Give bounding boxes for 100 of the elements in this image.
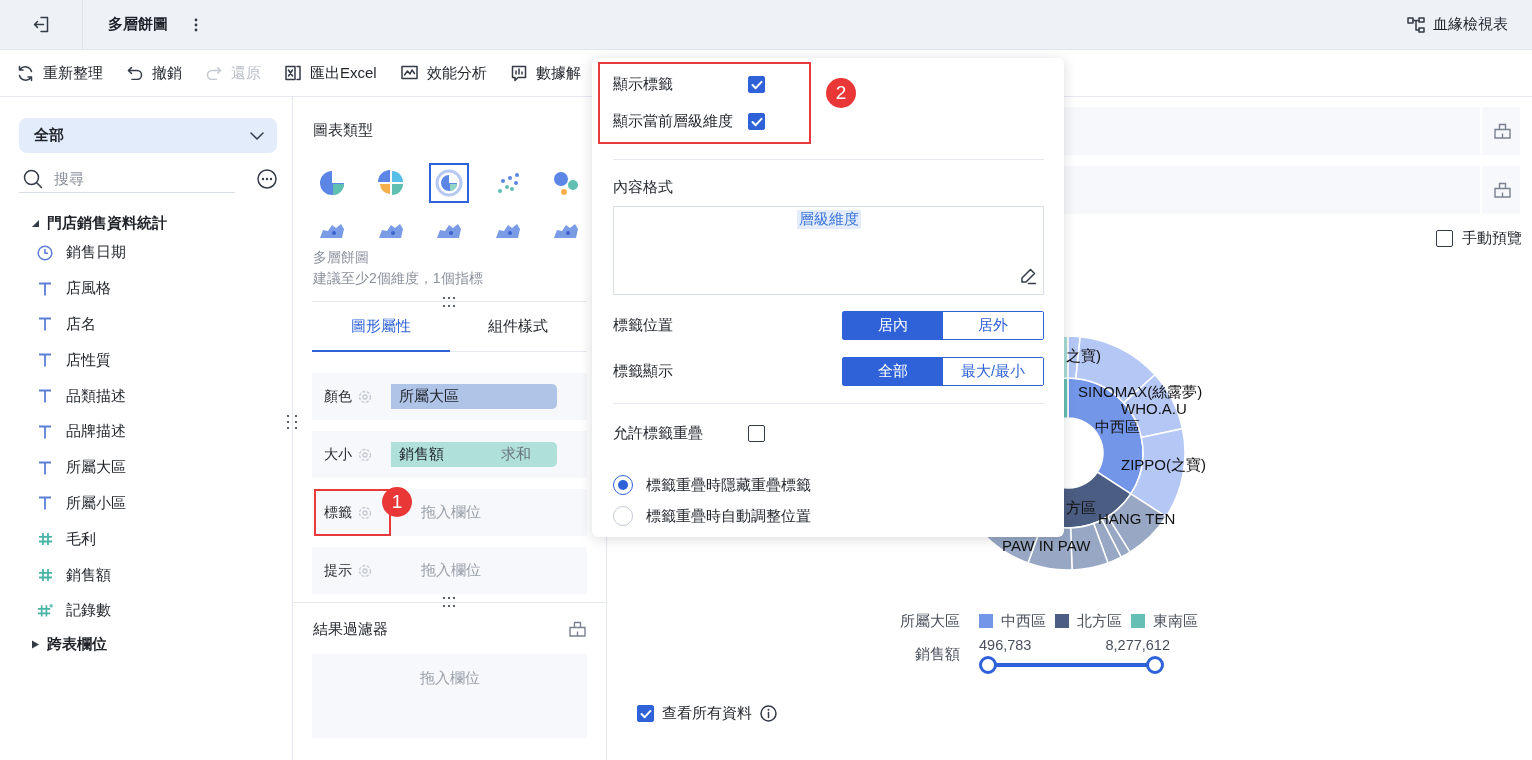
field-item[interactable]: 毛利 <box>19 521 277 558</box>
toolbar-button[interactable]: 匯出Excel <box>285 63 377 83</box>
hash-icon <box>37 532 53 547</box>
dataset-dropdown[interactable]: 全部 <box>19 118 277 153</box>
clock-icon <box>37 244 53 261</box>
field-label: 標籤顯示 <box>613 362 673 381</box>
text-type-icon <box>38 424 52 439</box>
search-icon <box>23 168 43 189</box>
hint-text: 建議至少2個維度，1個指標 <box>313 269 484 288</box>
legend-label[interactable]: 中西區 <box>1001 611 1046 631</box>
tray-icon[interactable] <box>569 621 586 637</box>
callout-badge: 1 <box>382 487 412 517</box>
drag-handle-icon[interactable] <box>442 296 456 308</box>
text-type-icon <box>38 496 52 511</box>
field-chip[interactable]: 銷售額 求和 <box>391 442 557 467</box>
chart-label: 方區 <box>1066 499 1096 516</box>
refresh-icon <box>17 64 34 82</box>
radio-label: 標籤重疊時隱藏重疊標籤 <box>646 475 811 495</box>
exit-icon[interactable] <box>33 16 49 33</box>
checkbox[interactable] <box>637 705 654 722</box>
field-item[interactable]: 記錄數 <box>19 592 277 629</box>
range-value: 8,277,612 <box>1105 637 1170 653</box>
chip-label: 銷售額 <box>399 445 444 464</box>
segment-option[interactable]: 居內 <box>843 312 943 339</box>
slot-label: 標籤 <box>324 503 352 522</box>
slider-handle[interactable] <box>1146 656 1164 674</box>
toolbar-button[interactable]: 重新整理 <box>17 63 103 83</box>
checkbox[interactable] <box>1436 229 1453 247</box>
chart-label: 之寶) <box>1066 347 1101 364</box>
legend-label[interactable]: 東南區 <box>1153 611 1198 631</box>
chart-name: 多層餅圖 <box>313 248 370 267</box>
checkbox[interactable] <box>748 76 765 93</box>
info-icon[interactable] <box>760 705 777 722</box>
checkbox[interactable] <box>748 424 765 442</box>
chart-label: SINOMAX(絲露夢) <box>1078 383 1203 400</box>
text-type-icon <box>38 317 52 332</box>
pie-chart-icon <box>318 169 347 197</box>
map-icon <box>435 222 464 238</box>
field-item[interactable]: 店風格 <box>19 270 277 307</box>
chart-label: ZIPPO(之寶) <box>1121 456 1206 473</box>
slider-label: 銷售額 <box>914 645 960 664</box>
checkbox-label: 手動預覽 <box>1462 228 1522 248</box>
map-icon <box>552 222 581 238</box>
field-label: 內容格式 <box>613 178 674 197</box>
chart-type-option[interactable] <box>429 163 470 203</box>
map-icon <box>376 222 405 238</box>
edit-icon[interactable] <box>1019 267 1037 285</box>
text-type-icon <box>38 460 52 475</box>
slot-label: 顏色 <box>324 387 352 406</box>
redo-icon <box>206 66 222 80</box>
legend-title: 所屬大區 <box>899 611 960 631</box>
chevron-down-icon <box>250 131 264 140</box>
text-type-icon <box>38 389 52 404</box>
radio-label: 標籤重疊時自動調整位置 <box>646 506 811 526</box>
toolbar-button[interactable]: 撤銷 <box>127 63 182 83</box>
drag-handle-icon[interactable] <box>286 414 298 430</box>
field-label: 標籤位置 <box>613 316 673 335</box>
tray-icon[interactable] <box>1493 123 1511 139</box>
bar-chart-icon <box>510 64 527 82</box>
field-item[interactable]: 所屬小區 <box>19 485 277 522</box>
caret-right-icon <box>31 640 40 650</box>
field-chip[interactable]: 所屬大區 <box>391 384 557 409</box>
hash-icon <box>37 568 53 583</box>
spreadsheet-icon <box>285 65 301 81</box>
more-icon[interactable] <box>257 169 277 189</box>
field-item[interactable]: 店性質 <box>19 342 277 379</box>
format-editor[interactable]: 層級維度 <box>613 206 1044 295</box>
tree-group[interactable]: 門店銷售資料統計 <box>31 211 277 235</box>
checkbox-label: 允許標籤重疊 <box>613 423 704 443</box>
toolbar-button[interactable]: 數據解 <box>510 63 581 83</box>
hash-icon <box>37 603 53 619</box>
drop-zone: 拖入欄位 <box>312 654 587 738</box>
field-item[interactable]: 銷售額 <box>19 557 277 593</box>
range-slider[interactable] <box>979 655 1164 675</box>
tab[interactable]: 圖形屬性 <box>312 302 450 352</box>
more-icon[interactable] <box>194 17 198 32</box>
callout-badge: 2 <box>826 78 856 108</box>
checkbox[interactable] <box>748 113 765 130</box>
drag-handle-icon[interactable] <box>442 596 456 608</box>
legend-label[interactable]: 北方區 <box>1077 611 1122 631</box>
text-type-icon <box>38 281 52 296</box>
slot-label: 提示 <box>324 561 352 580</box>
toolbar-button[interactable]: 效能分析 <box>400 63 487 83</box>
field-item[interactable]: 品類描述 <box>19 378 277 414</box>
tree-group[interactable]: 跨表欄位 <box>31 632 277 657</box>
tab[interactable]: 組件樣式 <box>449 302 587 352</box>
lineage-button[interactable]: 血緣檢視表 <box>1407 15 1508 34</box>
field-item[interactable]: 銷售日期 <box>19 235 277 271</box>
tray-icon[interactable] <box>1493 182 1511 198</box>
search-field[interactable]: 搜尋 <box>52 169 212 188</box>
range-value: 496,783 <box>979 637 1032 653</box>
bubble-chart-icon <box>552 170 581 196</box>
pie-chart-icon <box>376 169 405 197</box>
field-item[interactable]: 所屬大區 <box>19 449 277 486</box>
text-type-icon <box>38 353 52 368</box>
field-item[interactable]: 品牌描述 <box>19 414 277 450</box>
field-item[interactable]: 店名 <box>19 306 277 343</box>
slider-handle[interactable] <box>979 656 997 674</box>
segment-option[interactable]: 全部 <box>843 358 943 385</box>
caret-down-icon <box>31 218 40 228</box>
